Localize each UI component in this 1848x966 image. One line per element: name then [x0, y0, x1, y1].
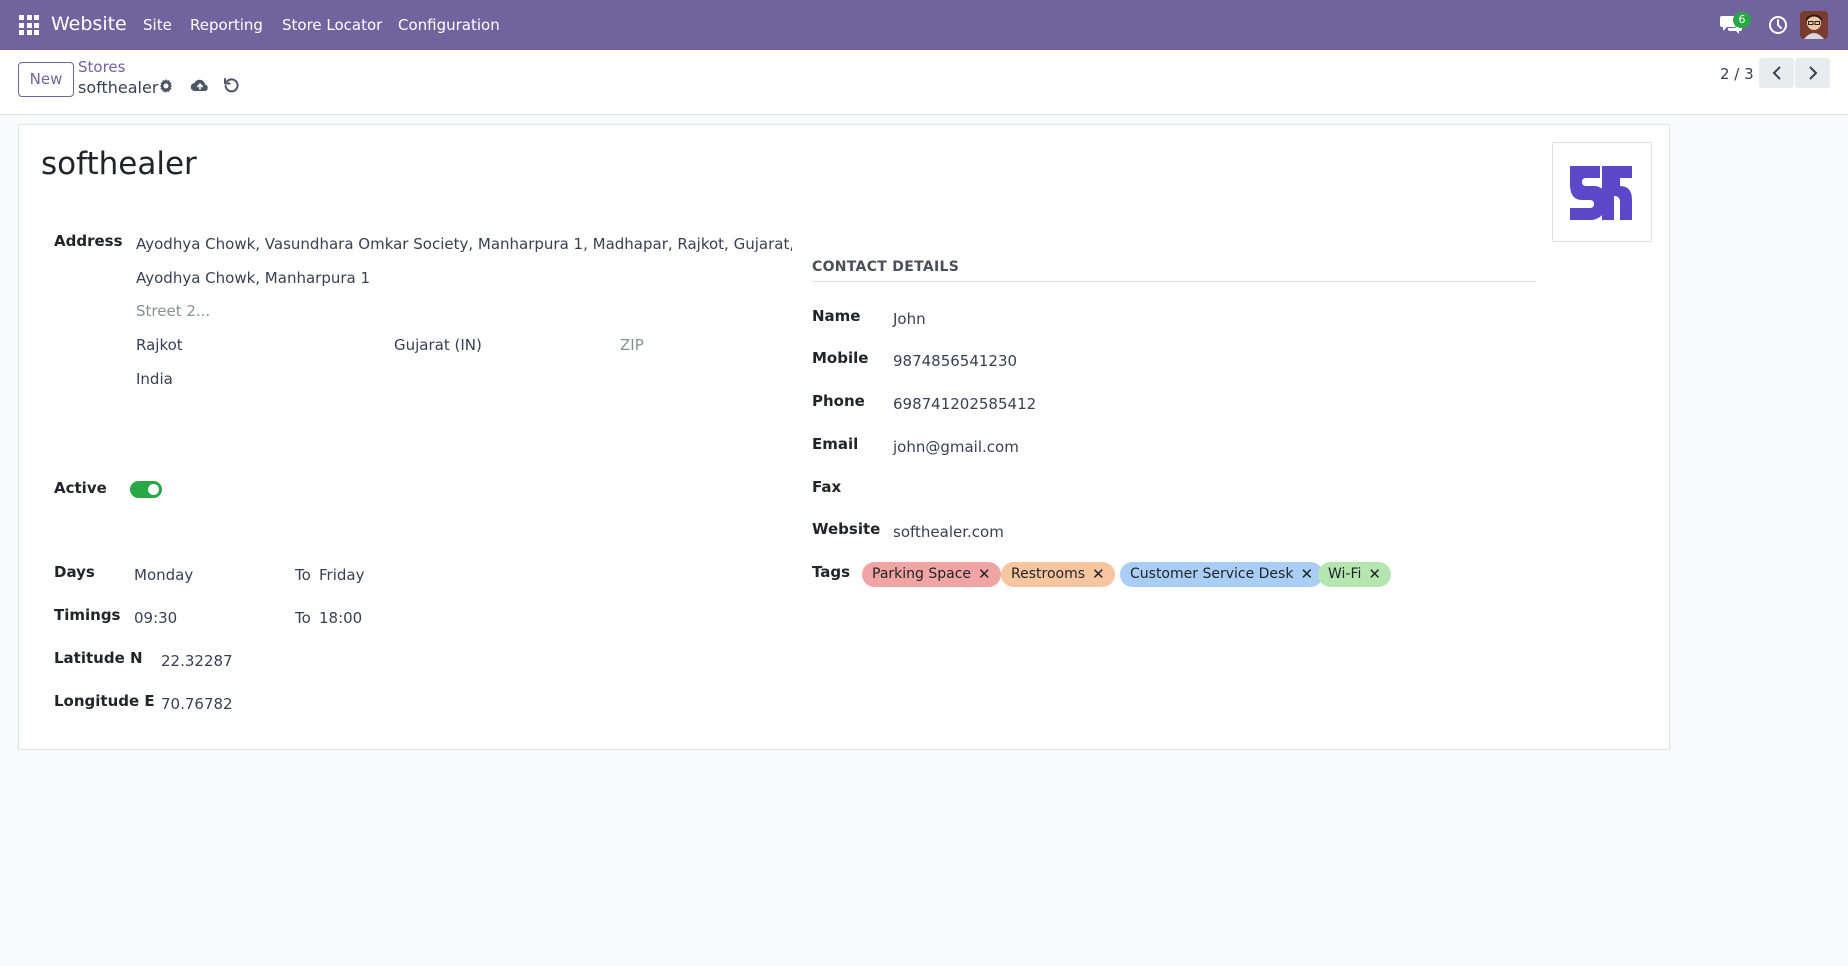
store-logo[interactable] — [1552, 142, 1652, 242]
remove-tag-icon[interactable]: ✕ — [1368, 562, 1381, 587]
menu-site[interactable]: Site — [143, 16, 172, 34]
remove-tag-icon[interactable]: ✕ — [1092, 562, 1105, 587]
menu-reporting[interactable]: Reporting — [190, 16, 263, 34]
country-field[interactable]: India — [136, 370, 173, 388]
contact-details-heading: CONTACT DETAILS — [812, 259, 1536, 282]
longitude-field[interactable]: 70.76782 — [161, 695, 233, 713]
timings-label: Timings — [54, 606, 121, 624]
mobile-field[interactable]: 9874856541230 — [893, 352, 1017, 370]
zip-field[interactable]: ZIP — [620, 336, 644, 354]
top-navbar: Website Site Reporting Store Locator Con… — [0, 0, 1848, 50]
longitude-label: Longitude E — [54, 692, 155, 710]
tag-parking-space[interactable]: Parking Space ✕ — [862, 562, 1001, 587]
softhealer-logo — [1570, 166, 1632, 220]
control-panel: New Stores softhealer 2 / 3 — [0, 50, 1848, 115]
tag-label: Parking Space — [872, 566, 972, 582]
days-to-label: To — [295, 566, 311, 584]
tag-customer-service-desk[interactable]: Customer Service Desk ✕ — [1120, 562, 1324, 587]
apps-menu-icon[interactable] — [19, 15, 39, 35]
tag-label: Wi-Fi — [1328, 566, 1362, 582]
chat-count-badge: 6 — [1733, 12, 1751, 28]
chevron-left-icon — [1772, 66, 1781, 80]
city-field[interactable]: Rajkot — [136, 336, 183, 354]
mobile-label: Mobile — [812, 349, 869, 367]
phone-label: Phone — [812, 392, 865, 410]
address-full-field[interactable]: Ayodhya Chowk, Vasundhara Omkar Society,… — [136, 235, 792, 253]
active-toggle[interactable] — [130, 481, 162, 498]
tag-wi-fi[interactable]: Wi-Fi ✕ — [1318, 562, 1391, 587]
pager-value: 2 / 3 — [1720, 65, 1754, 83]
days-label: Days — [54, 563, 95, 581]
menu-store-locator[interactable]: Store Locator — [282, 16, 382, 34]
store-name-field[interactable]: softhealer — [41, 146, 197, 182]
name-label: Name — [812, 307, 861, 325]
street-field[interactable]: Ayodhya Chowk, Manharpura 1 — [136, 269, 370, 287]
street2-field[interactable]: Street 2... — [136, 302, 210, 320]
website-label: Website — [812, 520, 881, 538]
remove-tag-icon[interactable]: ✕ — [978, 562, 991, 587]
menu-configuration[interactable]: Configuration — [398, 16, 500, 34]
timings-to-label: To — [295, 609, 311, 627]
new-button[interactable]: New — [18, 62, 74, 97]
state-field[interactable]: Gujarat (IN) — [394, 336, 482, 354]
address-label: Address — [54, 232, 123, 250]
latitude-label: Latitude N — [54, 649, 143, 667]
clock-icon[interactable] — [1767, 14, 1789, 36]
gear-icon[interactable] — [158, 78, 174, 94]
tag-label: Customer Service Desk — [1130, 566, 1294, 582]
save-cloud-icon[interactable] — [190, 76, 210, 94]
tag-restrooms[interactable]: Restrooms ✕ — [1001, 562, 1115, 587]
time-to-field[interactable]: 18:00 — [319, 609, 362, 627]
name-field[interactable]: John — [893, 310, 926, 328]
day-to-field[interactable]: Friday — [319, 566, 364, 584]
time-from-field[interactable]: 09:30 — [134, 609, 177, 627]
remove-tag-icon[interactable]: ✕ — [1300, 562, 1313, 587]
phone-field[interactable]: 698741202585412 — [893, 395, 1036, 413]
discard-icon[interactable] — [223, 77, 240, 94]
tag-label: Restrooms — [1011, 566, 1086, 582]
pager-previous-button[interactable] — [1759, 58, 1794, 88]
app-brand[interactable]: Website — [51, 13, 127, 35]
pager-next-button[interactable] — [1795, 58, 1830, 88]
form-sheet: softhealer Address Ayodhya Chowk, Vasund… — [18, 124, 1670, 750]
day-from-field[interactable]: Monday — [134, 566, 193, 584]
fax-field[interactable] — [893, 481, 1193, 499]
latitude-field[interactable]: 22.32287 — [161, 652, 233, 670]
breadcrumb-current: softhealer — [78, 78, 159, 97]
email-field[interactable]: john@gmail.com — [893, 438, 1019, 456]
active-label: Active — [54, 479, 107, 497]
website-field[interactable]: softhealer.com — [893, 523, 1004, 541]
user-avatar[interactable] — [1800, 11, 1828, 39]
breadcrumb-stores[interactable]: Stores — [78, 58, 125, 76]
fax-label: Fax — [812, 478, 842, 496]
tags-label: Tags — [812, 563, 851, 581]
chevron-right-icon — [1808, 66, 1817, 80]
email-label: Email — [812, 435, 859, 453]
